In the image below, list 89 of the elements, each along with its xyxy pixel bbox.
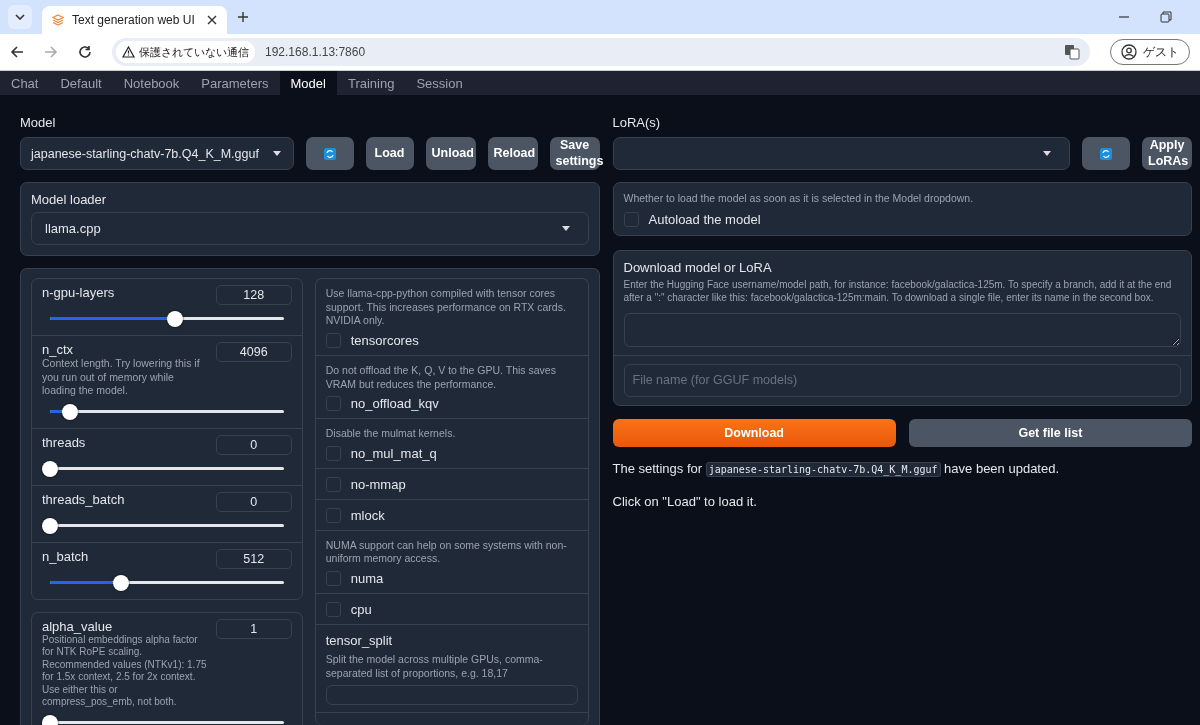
number-field[interactable]: 128 bbox=[215, 285, 292, 305]
download-description: Enter the Hugging Face username/model path, for instance: facebook/galactica-125m. To specify a branch, add it at the end after a ":" character like this: facebook/galactica-125m:main. To download a single file, enter its name in the second box. bbox=[623, 277, 1173, 304]
person-icon bbox=[1121, 44, 1137, 60]
checkbox-label[interactable]: mlock bbox=[350, 507, 385, 523]
refresh-icon bbox=[1100, 147, 1112, 160]
checkbox[interactable] bbox=[325, 602, 341, 618]
slider-label: alpha_value bbox=[42, 618, 114, 634]
slider-description: Positional embeddings alpha factor for NTK RoPE scaling. Recommended values (NTKv1): 1.75 for 1.5x context, 2.5 for 2x context. Use either this or compress_pos_emb, not both. bbox=[42, 633, 208, 709]
checkbox-label[interactable]: no-mmap bbox=[350, 476, 406, 492]
stack-icon bbox=[52, 14, 64, 26]
caret-icon bbox=[272, 151, 281, 156]
profile-button[interactable]: ゲスト bbox=[1110, 39, 1190, 65]
lora-label: LoRA(s) bbox=[612, 115, 662, 130]
nav-tab[interactable]: Notebook bbox=[112, 71, 191, 95]
nav-tab[interactable]: Default bbox=[49, 71, 113, 95]
nav-tab[interactable]: Training bbox=[336, 71, 406, 95]
back-icon[interactable] bbox=[10, 45, 24, 59]
caret-icon bbox=[15, 14, 25, 20]
number-field[interactable]: 0 bbox=[215, 434, 292, 455]
model-action-button[interactable]: Unload bbox=[425, 137, 476, 170]
url-text[interactable]: 192.168.1.13:7860 bbox=[265, 45, 366, 59]
nav-tab[interactable]: Parameters bbox=[190, 71, 280, 95]
checkbox[interactable] bbox=[325, 445, 341, 461]
slider-description: Context length. Try lowering this if you run out of memory while loading the model. bbox=[42, 357, 201, 398]
slider-label: n-gpu-layers bbox=[42, 285, 115, 300]
checkbox-label[interactable]: cpu bbox=[350, 602, 372, 618]
security-label: 保護されていない通信 bbox=[139, 44, 249, 60]
translate-icon[interactable] bbox=[1064, 44, 1080, 60]
model-action-button[interactable]: Reload bbox=[487, 137, 538, 170]
checkbox-label[interactable]: no_offload_kqv bbox=[350, 396, 439, 412]
caret-icon bbox=[561, 226, 570, 231]
status-note: Click on "Load" to load it. bbox=[612, 493, 758, 509]
number-field[interactable]: 4096 bbox=[215, 342, 292, 362]
checkbox[interactable] bbox=[325, 476, 341, 492]
checkbox-label[interactable]: Autoload the model bbox=[648, 211, 761, 227]
slider-thumb[interactable] bbox=[113, 574, 130, 591]
slider-thumb[interactable] bbox=[42, 517, 58, 534]
number-field[interactable]: 1 bbox=[215, 618, 292, 639]
tensor-split-label: tensor_split bbox=[325, 633, 394, 649]
checkbox-label[interactable]: numa bbox=[350, 571, 384, 587]
slider-thumb[interactable] bbox=[166, 311, 183, 327]
close-icon[interactable] bbox=[207, 15, 217, 25]
number-field[interactable]: 0 bbox=[215, 491, 292, 512]
new-tab-icon[interactable] bbox=[237, 11, 249, 23]
security-chip[interactable]: 保護されていない通信 bbox=[116, 41, 255, 63]
checkbox-label[interactable]: tensorcores bbox=[350, 332, 419, 348]
slider-thumb[interactable] bbox=[42, 460, 58, 477]
model-path-field[interactable] bbox=[623, 312, 1181, 347]
option-description: Use llama-cpp-python compiled with tensor cores support. This increases performance on RTX cards. NVIDIA only. bbox=[325, 287, 567, 328]
status-message: The settings for japanese-starling-chatv-7b.Q4_K_M.gguf have been updated. bbox=[612, 460, 1061, 476]
slider-label: threads bbox=[42, 434, 86, 450]
nav-tab[interactable]: Chat bbox=[0, 71, 50, 95]
reload-icon[interactable] bbox=[78, 45, 92, 59]
refresh-button[interactable] bbox=[305, 137, 354, 170]
file-name-field[interactable]: File name (for GGUF models) bbox=[623, 363, 1181, 397]
tensor-split-field[interactable] bbox=[325, 685, 578, 706]
checkbox[interactable] bbox=[325, 396, 341, 412]
caret-icon bbox=[1043, 151, 1051, 156]
refresh-icon bbox=[323, 147, 336, 160]
tensor-split-description: Split the model across multiple GPUs, comma-separated list of proportions, e.g. 18,17 bbox=[325, 653, 544, 681]
model-dropdown[interactable]: japanese-starling-chatv-7b.Q4_K_M.gguf bbox=[20, 137, 294, 170]
download-title: Download model or LoRA bbox=[623, 259, 773, 275]
refresh-button[interactable] bbox=[1082, 137, 1130, 170]
slider-thumb[interactable] bbox=[61, 403, 78, 420]
checkbox[interactable] bbox=[325, 332, 341, 348]
file-list-button[interactable]: Get file list bbox=[908, 418, 1192, 447]
nav-tab[interactable]: Session bbox=[405, 71, 474, 95]
slider-label: n_ctx bbox=[42, 342, 75, 357]
option-description: Disable the mulmat kernels. bbox=[325, 427, 457, 441]
loader-dropdown[interactable]: llama.cpp bbox=[31, 212, 589, 245]
tab-list-button[interactable] bbox=[8, 5, 32, 29]
model-label: Model bbox=[20, 115, 57, 130]
warning-icon bbox=[122, 46, 135, 58]
slider-label: n_batch bbox=[42, 548, 89, 564]
checkbox[interactable] bbox=[325, 507, 341, 523]
model-action-button[interactable]: Load bbox=[365, 137, 414, 170]
option-description: Do not offload the K, Q, V to the GPU. This saves VRAM but reduces the performance. bbox=[325, 363, 557, 392]
option-description: NUMA support can help on some systems with non-uniform memory access. bbox=[325, 538, 568, 567]
number-field[interactable]: 512 bbox=[215, 548, 292, 569]
restore-icon[interactable] bbox=[1160, 11, 1172, 23]
loader-label: Model loader bbox=[31, 192, 108, 207]
autoload-description: Whether to load the model as soon as it is selected in the Model dropdown. bbox=[623, 192, 975, 206]
checkbox-label[interactable]: no_mul_mat_q bbox=[350, 445, 437, 461]
checkbox[interactable] bbox=[623, 211, 639, 227]
browser-tab[interactable]: Text generation web UI bbox=[42, 6, 227, 34]
slider-label: threads_batch bbox=[42, 491, 125, 507]
nav-tab[interactable]: Model bbox=[279, 71, 337, 95]
checkbox[interactable] bbox=[325, 571, 341, 587]
apply-loras-button[interactable]: Apply LoRAs bbox=[1142, 137, 1192, 170]
